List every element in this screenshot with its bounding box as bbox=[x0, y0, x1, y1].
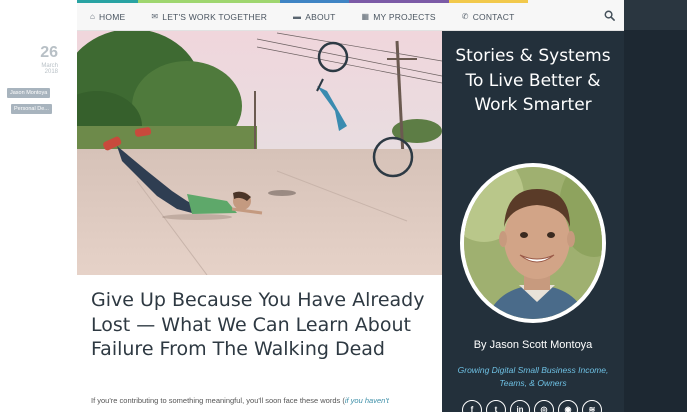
nav-item-about[interactable]: ▬ ABOUT bbox=[280, 0, 349, 30]
nav-item-label: HOME bbox=[99, 11, 126, 22]
page-edge-strip bbox=[624, 30, 687, 412]
site-tagline: Stories & Systems To Live Better & Work … bbox=[455, 46, 611, 115]
post-date-year: 2018 bbox=[44, 69, 58, 75]
avatar bbox=[460, 163, 606, 323]
film-icon: ▦ bbox=[361, 12, 370, 21]
periscope-icon[interactable]: ◉ bbox=[558, 400, 578, 412]
book-icon: ▬ bbox=[293, 12, 302, 21]
social-links: f t in ◎ ◉ ≋ bbox=[462, 400, 602, 412]
falling-rider-photo bbox=[77, 31, 442, 275]
nav-item-projects[interactable]: ▦ MY PROJECTS bbox=[348, 0, 449, 30]
nav-item-home[interactable]: ⌂ HOME bbox=[77, 0, 139, 30]
tag-jason-montoya[interactable]: Jason Montoya bbox=[7, 88, 51, 98]
main-nav: ⌂ HOME ✉ LET'S WORK TOGETHER ▬ ABOUT ▦ M… bbox=[77, 0, 624, 31]
author-description: Growing Digital Small Business Income, T… bbox=[457, 365, 609, 388]
instagram-icon[interactable]: ◎ bbox=[534, 400, 554, 412]
nav-item-work-together[interactable]: ✉ LET'S WORK TOGETHER bbox=[138, 0, 281, 30]
post-excerpt: If you're contributing to something mean… bbox=[91, 396, 431, 405]
nav-item-label: CONTACT bbox=[472, 11, 515, 22]
tag-personal-development[interactable]: Personal De... bbox=[11, 104, 52, 114]
post-excerpt-text: If you're contributing to something mean… bbox=[91, 396, 345, 405]
search-icon[interactable] bbox=[595, 0, 624, 30]
post-excerpt-link[interactable]: if you haven't bbox=[345, 396, 389, 405]
linkedin-icon[interactable]: in bbox=[510, 400, 530, 412]
author-name[interactable]: By Jason Scott Montoya bbox=[446, 339, 620, 351]
twitter-icon[interactable]: t bbox=[486, 400, 506, 412]
phone-icon: ✆ bbox=[461, 12, 469, 21]
home-icon: ⌂ bbox=[90, 12, 96, 21]
facebook-icon[interactable]: f bbox=[462, 400, 482, 412]
chat-icon: ✉ bbox=[151, 12, 159, 21]
post-date: 26 March 2018 bbox=[0, 44, 58, 75]
nav-item-contact[interactable]: ✆ CONTACT bbox=[448, 0, 528, 30]
rss-icon[interactable]: ≋ bbox=[582, 400, 602, 412]
post-date-day: 26 bbox=[40, 44, 58, 61]
header-right-strip bbox=[624, 0, 687, 30]
post-title[interactable]: Give Up Because You Have Already Lost — … bbox=[91, 288, 431, 362]
nav-item-label: ABOUT bbox=[305, 11, 336, 22]
post-featured-image[interactable] bbox=[77, 31, 442, 275]
nav-item-label: LET'S WORK TOGETHER bbox=[162, 11, 268, 22]
nav-item-label: MY PROJECTS bbox=[373, 11, 436, 22]
